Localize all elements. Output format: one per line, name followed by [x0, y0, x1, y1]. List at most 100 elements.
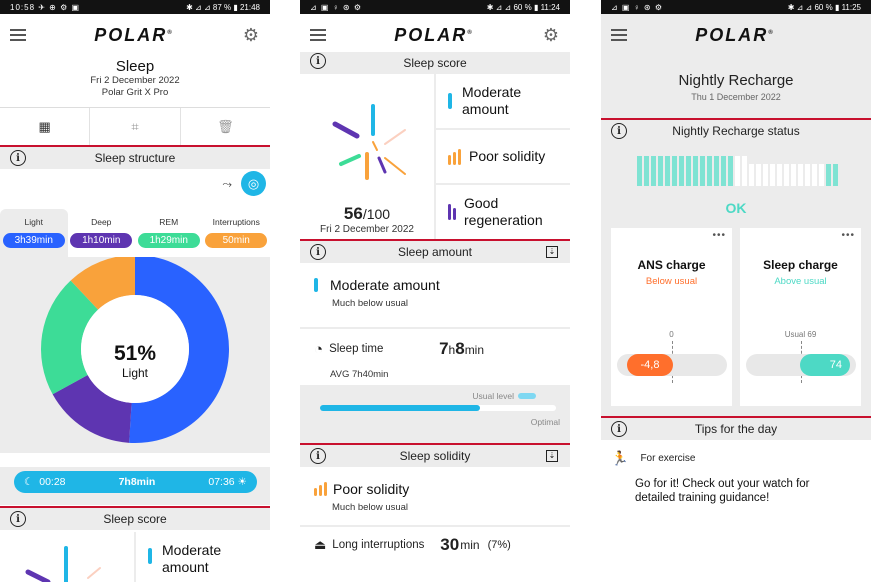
- trash-icon[interactable]: 🗑: [181, 108, 270, 145]
- tip-category: For exercise: [640, 453, 696, 464]
- tile-bar: [148, 548, 152, 564]
- recharge-bar: [637, 156, 642, 186]
- recharge-bar: [749, 164, 754, 186]
- score-glyph: [25, 546, 101, 582]
- section-title: Nightly Recharge status: [672, 124, 800, 138]
- interruptions-value: 30: [440, 535, 460, 554]
- sleep-phase-tabs: Light 3h39min Deep 1h10min REM 1h29min I…: [0, 209, 270, 257]
- menu-icon[interactable]: [10, 29, 26, 41]
- sleep-end: 07:36 ☀: [208, 476, 247, 488]
- ans-charge-card[interactable]: ••• ANS charge Below usual 0 -4,8: [611, 228, 732, 406]
- expand-icon[interactable]: ⇣: [546, 450, 558, 462]
- recharge-bar: [791, 164, 796, 186]
- section-title: Sleep score: [103, 512, 167, 526]
- sleep-charge-card[interactable]: ••• Sleep charge Above usual Usual 69 74: [740, 228, 861, 406]
- info-icon[interactable]: i: [10, 150, 26, 166]
- recharge-bar: [686, 156, 691, 186]
- section-title: Sleep solidity: [399, 449, 471, 463]
- section-tips: i Tips for the day: [601, 416, 871, 440]
- recharge-bar: [679, 156, 684, 186]
- info-icon[interactable]: i: [611, 123, 627, 139]
- menu-icon[interactable]: [310, 29, 326, 41]
- usual-level-marker: [518, 393, 536, 399]
- status-bar: ⊿ ▣ ♀ ⊛ ⚙ ✱ ⊿ ⊿ 60 % ▮ 11:25: [601, 0, 871, 14]
- section-title: Tips for the day: [694, 422, 778, 436]
- recharge-bar: [672, 156, 677, 186]
- line-chart-icon[interactable]: ⤳: [222, 177, 232, 192]
- donut-center: 51% Light: [0, 342, 270, 380]
- solidity-summary[interactable]: Poor solidity Much below usual: [300, 467, 570, 527]
- tile-label: Moderate amount: [162, 542, 222, 575]
- sleep-start: ☾ 00:28: [24, 476, 66, 488]
- expand-icon[interactable]: ⇣: [546, 246, 558, 258]
- recharge-bar: [784, 164, 789, 186]
- optimal-label: Optimal: [530, 417, 560, 427]
- usual-level-label: Usual level: [472, 391, 514, 401]
- ans-value: -4,8: [627, 354, 673, 376]
- gear-icon[interactable]: ⚙: [242, 25, 260, 46]
- status-left: 10:58 ✈ ⊕ ⚙ ▣: [10, 2, 81, 12]
- tab-interruptions[interactable]: Interruptions 50min: [203, 209, 271, 257]
- more-icon[interactable]: •••: [841, 230, 855, 241]
- tab-rem[interactable]: REM 1h29min: [135, 209, 203, 257]
- info-icon[interactable]: i: [10, 511, 26, 527]
- recharge-bar-chart: [637, 156, 838, 186]
- tip-text: Go for it! Check out your watch for deta…: [635, 478, 810, 504]
- info-icon[interactable]: i: [310, 244, 326, 260]
- score-tile-solidity[interactable]: Poor solidity: [436, 130, 570, 186]
- recharge-bars: [601, 152, 871, 192]
- info-icon[interactable]: i: [310, 448, 326, 464]
- more-icon[interactable]: •••: [712, 230, 726, 241]
- info-icon[interactable]: i: [310, 53, 326, 69]
- recharge-bar: [714, 156, 719, 186]
- gear-icon[interactable]: ⚙: [542, 25, 560, 46]
- tab-value: 50min: [205, 233, 268, 248]
- tile-label: Moderate amount: [462, 83, 522, 117]
- score-date: Fri 2 December 2022: [320, 224, 414, 235]
- status-right: ✱ ⊿ ⊿ 60 % ▮ 11:25: [787, 2, 861, 12]
- section-sleep-amount: i Sleep amount ⇣: [300, 239, 570, 263]
- recharge-bar: [819, 164, 824, 186]
- tip-card: 🏃 For exercise Go for it! Check out your…: [601, 440, 871, 582]
- tab-light[interactable]: Light 3h39min: [0, 209, 68, 257]
- donut-label: Light: [121, 366, 149, 380]
- score-tile-amount[interactable]: Moderate amount: [136, 532, 252, 582]
- tab-value: 1h10min: [70, 233, 133, 248]
- tile-label: Poor solidity: [469, 148, 546, 164]
- recharge-bar: [693, 156, 698, 186]
- app-bar: POLAR® ⚙: [0, 14, 270, 56]
- score-tile-amount[interactable]: Moderate amount: [436, 74, 570, 130]
- tab-value: 3h39min: [2, 233, 65, 248]
- status-bar: 10:58 ✈ ⊕ ⚙ ▣ ✱ ⊿ ⊿ 87 % ▮ 21:48: [0, 0, 270, 14]
- menu-icon[interactable]: [611, 29, 627, 41]
- donut-chart-area: 51% Light: [0, 255, 270, 453]
- page-header: Sleep Fri 2 December 2022 Polar Grit X P…: [0, 56, 270, 99]
- score-glyph: [332, 104, 406, 180]
- phone-sleep-screen: 10:58 ✈ ⊕ ⚙ ▣ ✱ ⊿ ⊿ 87 % ▮ 21:48 POLAR® …: [0, 0, 270, 582]
- status-right: ✱ ⊿ ⊿ 87 % ▮ 21:48: [186, 2, 260, 12]
- recharge-bar: [735, 156, 740, 186]
- info-icon[interactable]: i: [611, 421, 627, 437]
- solidity-sub: Much below usual: [332, 502, 409, 513]
- section-recharge-status: i Nightly Recharge status: [601, 118, 871, 142]
- recharge-bar: [826, 164, 831, 186]
- score-tile-regeneration[interactable]: Good regeneration: [436, 185, 570, 239]
- recharge-bar: [763, 164, 768, 186]
- tab-deep[interactable]: Deep 1h10min: [68, 209, 136, 257]
- interruptions-row: ⏏ Long interruptions 30 min (7%): [300, 527, 570, 563]
- tab-label: REM: [159, 217, 179, 227]
- avg-sleep: AVG 7h40min: [330, 369, 389, 380]
- recharge-bar: [644, 156, 649, 186]
- crop-icon[interactable]: ⌗: [90, 108, 181, 145]
- running-icon: 🏃: [611, 450, 629, 466]
- section-sleep-score: i Sleep score: [300, 52, 570, 74]
- score-preview: Moderate amount: [0, 532, 270, 582]
- donut-view-icon[interactable]: ◎: [241, 171, 266, 196]
- phone-nightly-recharge-screen: ⊿ ▣ ♀ ⊛ ⚙ ✱ ⊿ ⊿ 60 % ▮ 11:25 POLAR® Nigh…: [601, 0, 871, 582]
- stopwatch-icon: ◔: [314, 340, 324, 358]
- sleep-score-grid: 56/100 Fri 2 December 2022 Moderate amou…: [300, 74, 570, 239]
- card-title: ANS charge: [637, 258, 706, 272]
- calendar-icon[interactable]: ▦: [0, 108, 91, 145]
- amount-summary[interactable]: Moderate amount Much below usual: [300, 263, 570, 329]
- recharge-bar: [798, 164, 803, 186]
